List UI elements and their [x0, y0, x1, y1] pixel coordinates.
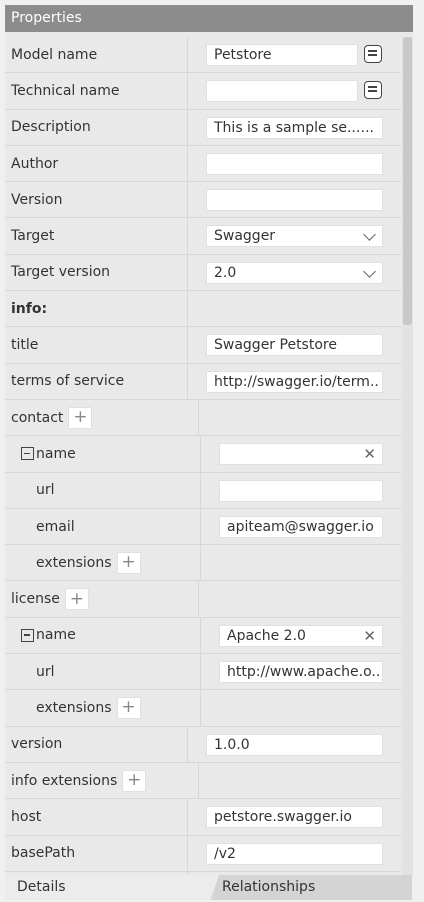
- row-target: Target Swagger: [5, 218, 401, 255]
- info-extensions-label: info extensions: [11, 772, 118, 789]
- add-license-button[interactable]: +: [64, 588, 89, 611]
- license-name-value: Apache 2.0: [227, 627, 306, 644]
- info-version-label: version: [11, 736, 63, 753]
- chevron-down-icon: [363, 228, 376, 242]
- host-label: host: [11, 808, 42, 825]
- target-label: Target: [11, 228, 55, 245]
- technical-name-input[interactable]: [206, 80, 358, 103]
- terms-of-service-input[interactable]: http://swagger.io/term..: [206, 370, 383, 393]
- clear-icon[interactable]: ✕: [363, 627, 376, 645]
- contact-extensions-label-group: extensions +: [36, 545, 141, 580]
- row-info-version: version 1.0.0: [5, 726, 401, 763]
- clear-icon[interactable]: ✕: [363, 445, 376, 463]
- description-input[interactable]: This is a sample se... ...: [206, 116, 383, 139]
- contact-email-label: email: [36, 518, 75, 535]
- info-section-label: info:: [11, 300, 48, 317]
- technical-name-label: Technical name: [11, 82, 120, 99]
- contact-extensions-label: extensions: [36, 554, 112, 571]
- add-contact-button[interactable]: +: [68, 406, 93, 429]
- contact-name-label-group: name: [21, 436, 76, 471]
- license-label-group: license +: [11, 581, 89, 616]
- panel-title: Properties: [5, 5, 413, 32]
- license-name-label: name: [36, 627, 76, 644]
- info-extensions-label-group: info extensions +: [11, 763, 147, 798]
- row-author: Author: [5, 145, 401, 183]
- license-label: license: [11, 591, 60, 608]
- row-title: title Swagger Petstore: [5, 327, 401, 364]
- properties-panel: Properties Model name Petstore Technical…: [5, 5, 413, 875]
- version-input[interactable]: [206, 189, 383, 212]
- vertical-scrollbar[interactable]: [402, 37, 413, 875]
- contact-label: contact: [11, 409, 64, 426]
- description-label: Description: [11, 119, 91, 136]
- row-technical-name: Technical name: [5, 73, 401, 110]
- target-select[interactable]: Swagger: [206, 225, 383, 248]
- add-contact-extension-button[interactable]: +: [116, 551, 141, 574]
- license-extensions-label-group: extensions +: [36, 690, 141, 725]
- contact-name-label: name: [36, 445, 76, 462]
- row-contact: contact +: [5, 399, 401, 437]
- title-input[interactable]: Swagger Petstore: [206, 334, 383, 357]
- version-label: Version: [11, 191, 63, 208]
- model-name-label: Model name: [11, 46, 98, 63]
- row-license-url: url http://www.apache.o..: [5, 654, 401, 691]
- author-label: Author: [11, 155, 59, 172]
- add-license-extension-button[interactable]: +: [116, 696, 141, 719]
- description-value: This is a sample se...: [214, 119, 361, 136]
- row-contact-url: url: [5, 472, 401, 509]
- license-extensions-label: extensions: [36, 699, 112, 716]
- row-model-name: Model name Petstore: [5, 37, 401, 74]
- author-input[interactable]: [206, 152, 383, 175]
- basepath-label: basePath: [11, 845, 76, 862]
- row-license-name: name Apache 2.0 ✕: [5, 617, 401, 655]
- license-url-label: url: [36, 663, 55, 680]
- tab-details[interactable]: Details: [5, 875, 219, 900]
- row-info: info:: [5, 291, 401, 328]
- collapse-icon[interactable]: [21, 628, 34, 642]
- contact-url-label: url: [36, 482, 55, 499]
- chevron-down-icon: [363, 264, 376, 278]
- add-info-extension-button[interactable]: +: [122, 769, 147, 792]
- target-value: Swagger: [214, 228, 276, 245]
- info-version-input[interactable]: 1.0.0: [206, 733, 383, 756]
- technical-name-details-icon[interactable]: [364, 81, 382, 100]
- row-description: Description This is a sample se... ...: [5, 109, 401, 146]
- row-contact-email: email apiteam@swagger.io: [5, 508, 401, 546]
- collapse-icon[interactable]: [21, 447, 34, 461]
- bottom-tabs: Details Relationships: [5, 875, 412, 900]
- row-host: host petstore.swagger.io: [5, 799, 401, 836]
- title-label: title: [11, 337, 39, 354]
- license-url-input[interactable]: http://www.apache.o..: [219, 661, 383, 684]
- basepath-input[interactable]: /v2: [206, 842, 383, 865]
- row-contact-name: name ✕: [5, 436, 401, 473]
- row-license: license +: [5, 581, 401, 618]
- license-name-label-group: name: [21, 618, 76, 653]
- properties-grid: Model name Petstore Technical name Descr…: [5, 37, 401, 875]
- contact-email-input[interactable]: apiteam@swagger.io: [219, 515, 383, 538]
- row-contact-extensions: extensions +: [5, 545, 401, 582]
- row-info-extensions: info extensions +: [5, 762, 401, 800]
- host-input[interactable]: petstore.swagger.io: [206, 806, 383, 829]
- ellipsis-button[interactable]: ...: [361, 118, 374, 138]
- row-target-version: Target version 2.0: [5, 254, 401, 292]
- target-version-label: Target version: [11, 264, 111, 281]
- contact-name-input[interactable]: ✕: [219, 443, 383, 466]
- row-license-extensions: extensions +: [5, 690, 401, 727]
- contact-url-input[interactable]: [219, 479, 383, 502]
- terms-of-service-label: terms of service: [11, 373, 125, 390]
- row-version: Version: [5, 182, 401, 219]
- model-name-details-icon[interactable]: [364, 45, 382, 63]
- row-basepath: basePath /v2: [5, 835, 401, 872]
- contact-label-group: contact +: [11, 400, 93, 435]
- target-version-value: 2.0: [214, 264, 237, 281]
- model-name-input[interactable]: Petstore: [206, 44, 358, 66]
- tab-relationships[interactable]: Relationships: [222, 875, 315, 900]
- target-version-select[interactable]: 2.0: [206, 261, 383, 284]
- scrollbar-thumb[interactable]: [403, 37, 412, 325]
- license-name-input[interactable]: Apache 2.0 ✕: [219, 624, 383, 647]
- row-terms-of-service: terms of service http://swagger.io/term.…: [5, 363, 401, 400]
